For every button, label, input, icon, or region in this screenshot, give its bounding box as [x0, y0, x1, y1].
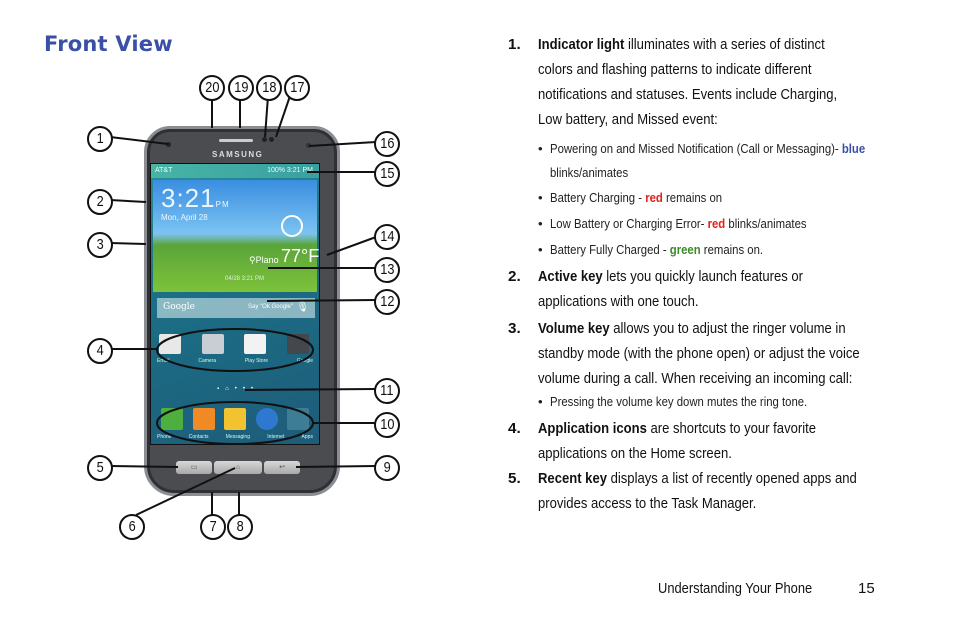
callout-20: 20 — [199, 75, 225, 101]
item-term: Active key — [538, 268, 603, 285]
bullet-item: • Pressing the volume key down mutes the… — [508, 391, 908, 413]
item-text: provides access to the Task Manager. — [538, 495, 757, 512]
leader-line — [264, 95, 269, 138]
callout-1: 1 — [87, 126, 113, 152]
bullet-text: blinks/animates — [550, 165, 629, 180]
leader-line — [109, 136, 169, 145]
leader-line — [109, 199, 147, 203]
color-green: green — [669, 242, 701, 257]
item-term: Indicator light — [538, 36, 625, 53]
list-item-application-icons: 4. Application icons are shortcuts to yo… — [508, 416, 908, 466]
item-number: 3. — [508, 320, 521, 337]
list-item-indicator-light: 1. Indicator light illuminates with a se… — [508, 32, 908, 132]
item-text: volume during a call. When receiving an … — [538, 370, 853, 387]
item-term: Application icons — [538, 420, 647, 437]
callout-13: 13 — [374, 257, 400, 283]
item-text: allows you to adjust the ringer volume i… — [609, 320, 846, 337]
bullet-item: • Powering on and Missed Notification (C… — [508, 137, 908, 185]
app-icons-outline — [156, 328, 314, 372]
item-term: Recent key — [538, 470, 607, 487]
item-text: are shortcuts to your favorite — [646, 420, 817, 437]
leader-line — [109, 465, 179, 468]
list-item-active-key: 2. Active key lets you quickly launch fe… — [508, 264, 908, 314]
color-red: red — [707, 216, 726, 231]
item-text: illuminates with a series of distinct — [624, 36, 825, 53]
callout-16: 16 — [374, 131, 400, 157]
color-red: red — [645, 190, 663, 205]
bullet-icon: • — [538, 216, 543, 231]
bullet-text: Battery Charging - — [550, 190, 646, 205]
callout-6: 6 — [119, 514, 145, 540]
list-item-volume-key: 3. Volume key allows you to adjust the r… — [508, 316, 908, 391]
callout-11: 11 — [374, 378, 400, 404]
leader-line — [135, 467, 236, 516]
leader-line — [266, 299, 377, 302]
leader-line — [295, 465, 377, 468]
bullet-text: Powering on and Missed Notification (Cal… — [550, 141, 842, 156]
callout-17: 17 — [284, 75, 310, 101]
bullet-text: Low Battery or Charging Error- — [550, 216, 708, 231]
item-number: 5. — [508, 470, 521, 487]
feature-list: 1. Indicator light illuminates with a se… — [508, 32, 908, 516]
callout-2: 2 — [87, 189, 113, 215]
bullet-text: Battery Fully Charged - — [550, 242, 670, 257]
callout-14: 14 — [374, 224, 400, 250]
leader-line — [326, 236, 377, 256]
list-item-recent-key: 5. Recent key displays a list of recentl… — [508, 466, 908, 516]
bullet-icon: • — [538, 394, 543, 409]
bullet-text: blinks/animates — [725, 216, 807, 231]
bullet-item: • Battery Fully Charged - green remains … — [508, 237, 908, 263]
leader-line — [275, 95, 291, 138]
item-number: 1. — [508, 36, 521, 53]
item-text: colors and flashing patterns to indicate… — [538, 61, 812, 78]
color-blue: blue — [841, 141, 866, 156]
callout-10: 10 — [374, 412, 400, 438]
leader-line — [109, 242, 147, 245]
callout-7: 7 — [200, 514, 226, 540]
bullet-icon: • — [538, 141, 543, 156]
bullet-text: remains on — [662, 190, 723, 205]
bullet-item: • Battery Charging - red remains on — [508, 185, 908, 211]
bullet-text: remains on. — [700, 242, 764, 257]
callout-4: 4 — [87, 338, 113, 364]
callout-5: 5 — [87, 455, 113, 481]
item-text: applications on the Home screen. — [538, 445, 732, 462]
callout-15: 15 — [374, 161, 400, 187]
item-term: Volume key — [538, 320, 610, 337]
item-text: Low battery, and Missed event: — [538, 111, 718, 128]
item-number: 2. — [508, 268, 521, 285]
item-text: displays a list of recently opened apps … — [606, 470, 857, 487]
bullet-text: Pressing the volume key down mutes the r… — [550, 394, 808, 409]
item-text: notifications and statuses. Events inclu… — [538, 86, 838, 103]
callout-3: 3 — [87, 232, 113, 258]
bullet-item: • Low Battery or Charging Error- red bli… — [508, 211, 908, 237]
item-number: 4. — [508, 420, 521, 437]
bullet-icon: • — [538, 242, 543, 257]
item-text: standby mode (with the phone open) or ad… — [538, 345, 860, 362]
leader-line — [308, 141, 377, 147]
bullet-icon: • — [538, 190, 543, 205]
footer-section-title: Understanding Your Phone — [658, 580, 813, 597]
callout-18: 18 — [256, 75, 282, 101]
leader-line — [244, 388, 377, 391]
callout-9: 9 — [374, 455, 400, 481]
item-text: applications with one touch. — [538, 293, 699, 310]
page-number: 15 — [858, 580, 875, 597]
item-text: lets you quickly launch features or — [602, 268, 804, 285]
callout-12: 12 — [374, 289, 400, 315]
callout-19: 19 — [228, 75, 254, 101]
dock-outline — [156, 401, 314, 445]
callout-8: 8 — [227, 514, 253, 540]
